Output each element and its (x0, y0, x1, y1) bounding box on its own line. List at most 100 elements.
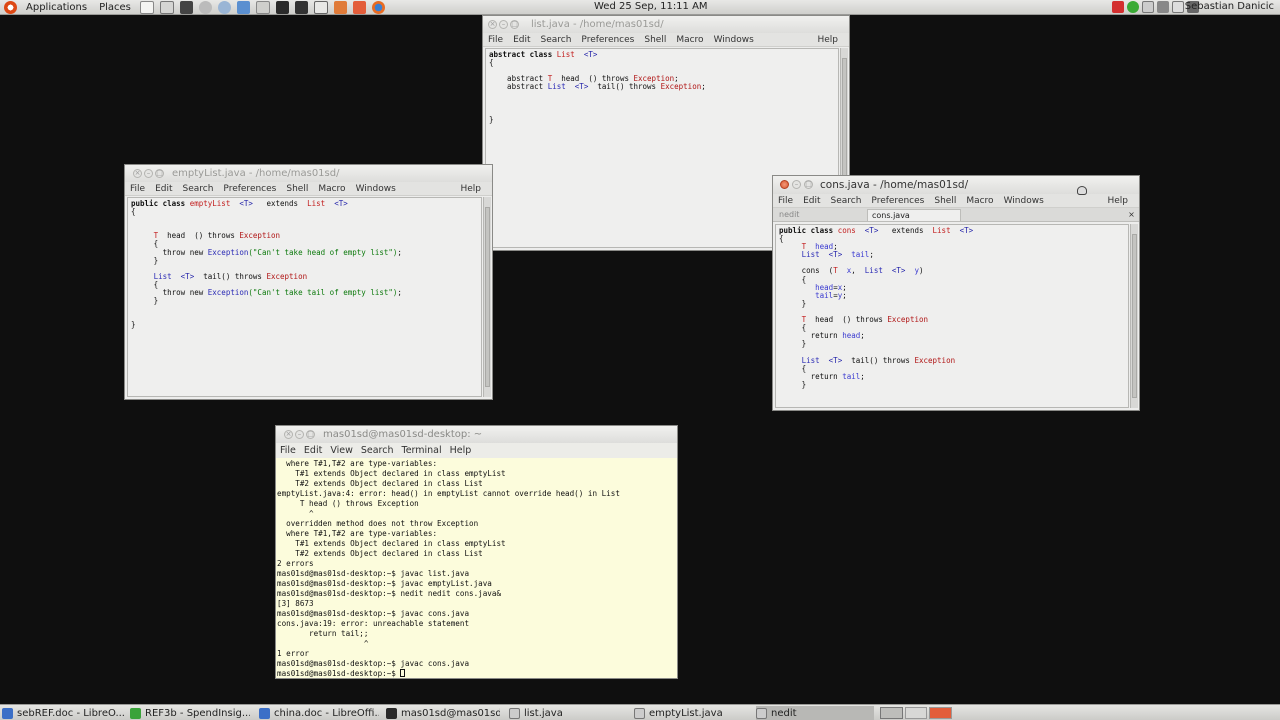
maximize-icon[interactable]: □ (155, 169, 164, 178)
mail-icon[interactable] (1172, 1, 1184, 13)
menu-windows[interactable]: Windows (709, 35, 759, 45)
maximize-icon[interactable]: □ (306, 430, 315, 439)
taskbar-item[interactable]: list.java (509, 706, 627, 720)
menu-edit[interactable]: Edit (150, 184, 177, 194)
workspace-2[interactable] (904, 707, 928, 719)
titlebar[interactable]: × – □ list.java - /home/mas01sd/ (483, 16, 849, 33)
tab-cons-java[interactable]: cons.java (867, 209, 961, 221)
tab-nedit[interactable]: nedit (775, 209, 863, 221)
menu-help[interactable]: Help (812, 35, 843, 45)
terminal-line: mas01sd@mas01sd-desktop:~$ (277, 669, 676, 678)
menu-macro[interactable]: Macro (313, 184, 350, 194)
maximize-icon[interactable]: □ (804, 180, 813, 189)
taskbar-item[interactable]: emptyList.java (634, 706, 752, 720)
menu-shell[interactable]: Shell (281, 184, 313, 194)
vertical-scrollbar[interactable] (483, 197, 491, 397)
code-line: return head; (779, 332, 1125, 340)
network-status-icon[interactable] (1157, 1, 1169, 13)
stop-icon[interactable] (1112, 1, 1124, 13)
window-cons-java[interactable]: – □ cons.java - /home/mas01sd/ File Edit… (772, 175, 1140, 411)
taskbar-item[interactable]: mas01sd@mas01sd-... (386, 706, 500, 720)
close-icon[interactable]: × (284, 430, 293, 439)
close-tab-icon[interactable]: × (1127, 210, 1136, 219)
menu-macro[interactable]: Macro (961, 196, 998, 206)
box-icon[interactable] (333, 0, 347, 14)
firefox-icon[interactable] (371, 0, 385, 14)
menu-preferences[interactable]: Preferences (218, 184, 281, 194)
menu-macro[interactable]: Macro (671, 35, 708, 45)
menu-windows[interactable]: Windows (351, 184, 401, 194)
menu-file[interactable]: File (125, 184, 150, 194)
checkmark-icon[interactable] (1127, 1, 1139, 13)
close-icon[interactable] (780, 180, 789, 189)
folder-icon[interactable] (352, 0, 366, 14)
display-icon[interactable] (313, 0, 328, 14)
menu-shell[interactable]: Shell (929, 196, 961, 206)
code-token: Exception (266, 271, 308, 281)
titlebar[interactable]: × – □ emptyList.java - /home/mas01sd/ (125, 165, 492, 182)
minimize-icon[interactable]: – (295, 430, 304, 439)
maximize-icon[interactable]: □ (510, 20, 519, 29)
menu-search[interactable]: Search (826, 196, 867, 206)
menu-windows[interactable]: Windows (999, 196, 1049, 206)
close-icon[interactable]: × (488, 20, 497, 29)
ubuntu-logo-icon[interactable] (4, 0, 17, 14)
code-editor[interactable]: public class cons <T> extends List <T>{ … (775, 224, 1129, 408)
menu-edit[interactable]: Edit (798, 196, 825, 206)
workspace-switcher[interactable] (880, 707, 953, 719)
user-name[interactable]: Sebastian Danicic (1185, 1, 1274, 12)
menu-help[interactable]: Help (455, 184, 486, 194)
network-icon[interactable] (217, 0, 231, 14)
vertical-scrollbar[interactable] (1130, 224, 1138, 408)
settings-icon[interactable] (198, 0, 212, 14)
save-icon[interactable] (179, 0, 193, 14)
code-editor[interactable]: public class emptyList <T> extends List … (127, 197, 482, 397)
monitor-icon[interactable] (159, 0, 174, 14)
editor-icon (634, 707, 645, 719)
menu-shell[interactable]: Shell (639, 35, 671, 45)
clock[interactable]: Wed 25 Sep, 11:11 AM (594, 1, 708, 12)
menu-file[interactable]: File (483, 35, 508, 45)
taskbar-item[interactable]: china.doc - LibreOffi... (259, 706, 379, 720)
terminal-icon[interactable] (275, 0, 289, 14)
applications-menu[interactable]: Applications (20, 2, 93, 13)
update-icon[interactable] (1142, 1, 1154, 13)
menu-preferences[interactable]: Preferences (866, 196, 929, 206)
code-token: } (131, 320, 136, 330)
minimize-icon[interactable]: – (144, 169, 153, 178)
menu-edit[interactable]: Edit (300, 445, 326, 456)
taskbar-item[interactable]: REF3b - SpendInsig... (130, 706, 250, 720)
menu-file[interactable]: File (276, 445, 300, 456)
close-icon[interactable]: × (133, 169, 142, 178)
workspace-1[interactable] (880, 707, 903, 719)
menu-help[interactable]: Help (446, 445, 476, 456)
menu-search[interactable]: Search (178, 184, 219, 194)
taskbar-item[interactable]: sebREF.doc - LibreO... (2, 706, 126, 720)
menu-search[interactable]: Search (357, 445, 398, 456)
menu-edit[interactable]: Edit (508, 35, 535, 45)
document-icon[interactable] (236, 0, 250, 14)
menu-preferences[interactable]: Preferences (576, 35, 639, 45)
terminal-window[interactable]: × – □ mas01sd@mas01sd-desktop: ~ File Ed… (275, 425, 678, 679)
workspace-3[interactable] (929, 707, 953, 719)
scroll-thumb[interactable] (1132, 234, 1137, 398)
screen-icon[interactable] (294, 0, 308, 14)
menu-help[interactable]: Help (1102, 196, 1133, 206)
places-menu[interactable]: Places (93, 2, 137, 13)
edit-icon[interactable] (139, 0, 154, 14)
minimize-icon[interactable]: – (499, 20, 508, 29)
menu-view[interactable]: View (326, 445, 357, 456)
menu-search[interactable]: Search (536, 35, 577, 45)
window-emptylist-java[interactable]: × – □ emptyList.java - /home/mas01sd/ Fi… (124, 164, 493, 400)
menu-file[interactable]: File (773, 196, 798, 206)
menu-terminal[interactable]: Terminal (398, 445, 446, 456)
minimize-icon[interactable]: – (792, 180, 801, 189)
code-token: tail() throws (194, 271, 267, 281)
titlebar[interactable]: × – □ mas01sd@mas01sd-desktop: ~ (276, 426, 677, 443)
terminal-output[interactable]: where T#1,T#2 are type-variables: T#1 ex… (277, 459, 676, 678)
taskbar-item[interactable]: nedit (756, 706, 874, 720)
tools-icon[interactable] (255, 0, 270, 14)
scroll-thumb[interactable] (485, 207, 490, 387)
